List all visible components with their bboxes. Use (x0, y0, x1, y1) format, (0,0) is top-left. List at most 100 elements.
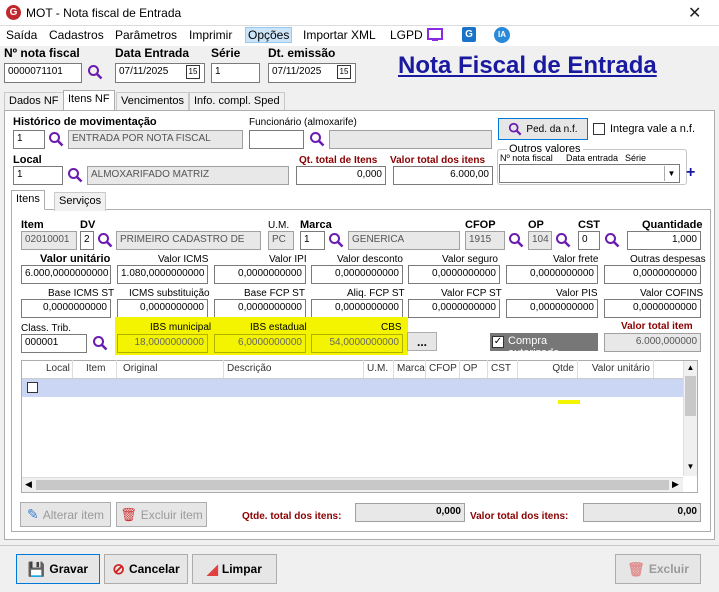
funcionario-code-input[interactable] (249, 130, 304, 149)
historico-desc: ENTRADA POR NOTA FISCAL (68, 130, 243, 149)
menu-cadastros[interactable]: Cadastros (49, 28, 104, 42)
aliq-fcp-st-input[interactable]: 0,0000000000 (311, 299, 403, 318)
horizontal-scrollbar[interactable]: ◀ ▶ (22, 477, 683, 492)
valor-fcp-st-input[interactable]: 0,0000000000 (408, 299, 500, 318)
valor-icms-input[interactable]: 1.080,0000000000 (117, 265, 208, 284)
col-valor-unitario[interactable]: Valor unitário (578, 360, 654, 378)
quantidade-input[interactable]: 1,000 (627, 231, 701, 250)
grid-row-selected[interactable] (22, 379, 683, 397)
scroll-down-icon[interactable]: ▼ (684, 462, 697, 471)
compra-autorizada-checkbox[interactable]: ✓ (492, 336, 504, 348)
serie-input[interactable]: 1 (211, 63, 260, 83)
scroll-up-icon[interactable]: ▲ (684, 363, 697, 372)
excluir-item-button[interactable]: 🗑 Excluir item (116, 502, 207, 527)
marca-code-input[interactable]: 1 (300, 231, 325, 250)
menu-lgpd[interactable]: LGPD (390, 28, 423, 42)
vertical-scrollbar[interactable]: ▲ ▼ (683, 361, 697, 476)
col-cst[interactable]: CST (488, 360, 518, 378)
valor-frete-input[interactable]: 0,0000000000 (506, 265, 598, 284)
g-app-icon[interactable]: G (462, 27, 476, 42)
valor-cofins-input[interactable]: 0,0000000000 (604, 299, 701, 318)
menu-saida[interactable]: Saída (6, 28, 37, 42)
quantidade-label: Quantidade (642, 219, 703, 231)
tab-vencimentos[interactable]: Vencimentos (116, 92, 189, 111)
valor-unitario-input[interactable]: 6.000,0000000000 (21, 265, 111, 284)
col-cfop[interactable]: CFOP (426, 360, 460, 378)
excluir-button[interactable]: 🗑 Excluir (615, 554, 701, 584)
local-code-input[interactable]: 1 (13, 166, 63, 185)
valor-desconto-input[interactable]: 0,0000000000 (311, 265, 403, 284)
dv-input[interactable]: 2 (80, 231, 94, 250)
menu-imprimir[interactable]: Imprimir (189, 28, 232, 42)
tab-dados-nf[interactable]: Dados NF (4, 92, 64, 111)
scroll-thumb[interactable] (685, 376, 696, 416)
alterar-item-button[interactable]: ✎ Alterar item (20, 502, 111, 527)
ped-nf-button[interactable]: Ped. da n.f. (498, 118, 588, 140)
close-icon[interactable]: ✕ (688, 3, 701, 23)
search-icon[interactable] (309, 131, 325, 147)
nf-input[interactable]: 0000071101 (4, 63, 82, 83)
integra-vale-checkbox[interactable] (593, 123, 605, 135)
tab-itens-nf[interactable]: Itens NF (63, 90, 115, 111)
monitor-icon[interactable] (427, 28, 443, 42)
grid-row-checkbox[interactable] (27, 382, 38, 393)
valor-pis-input[interactable]: 0,0000000000 (506, 299, 598, 318)
col-qtde[interactable]: Qtde (518, 360, 578, 378)
search-icon[interactable] (48, 131, 64, 147)
search-icon[interactable] (328, 232, 344, 248)
qt-total-label: Qt. total de Itens (299, 155, 378, 166)
ibs-municipal-label: IBS municipal (150, 322, 212, 333)
cfop-input[interactable]: 1915 (465, 231, 505, 250)
search-icon[interactable] (67, 167, 83, 183)
tab-itens[interactable]: Itens (11, 190, 45, 210)
chevron-down-icon[interactable]: ▼ (664, 166, 678, 181)
limpar-button[interactable]: ◢ Limpar (192, 554, 277, 584)
search-icon[interactable] (92, 335, 108, 351)
base-icms-st-label: Base ICMS ST (48, 288, 115, 299)
add-outros-icon[interactable]: + (686, 164, 695, 182)
col-original[interactable]: Original (120, 360, 224, 378)
base-icms-st-input[interactable]: 0,0000000000 (21, 299, 111, 318)
scroll-left-icon[interactable]: ◀ (25, 479, 32, 490)
calendar-icon[interactable]: 15 (337, 65, 351, 79)
ai-icon[interactable]: IA (494, 27, 510, 43)
base-fcp-st-input[interactable]: 0,0000000000 (214, 299, 306, 318)
menu-opcoes[interactable]: Opções (245, 27, 293, 43)
col-item[interactable]: Item (83, 360, 117, 378)
ibs-estadual-input[interactable]: 6,0000000000 (214, 334, 306, 353)
search-icon[interactable] (508, 232, 524, 248)
col-op[interactable]: OP (460, 360, 488, 378)
cst-label: CST (578, 219, 600, 231)
col-descricao[interactable]: Descrição (224, 360, 364, 378)
search-icon[interactable] (604, 232, 620, 248)
scroll-right-icon[interactable]: ▶ (672, 479, 679, 490)
outros-col-nf: Nº nota fiscal (500, 153, 553, 163)
calendar-icon[interactable]: 15 (186, 65, 200, 79)
outras-despesas-input[interactable]: 0,0000000000 (604, 265, 701, 284)
valor-seguro-input[interactable]: 0,0000000000 (408, 265, 500, 284)
tab-info-compl-sped[interactable]: Info. compl. Sped (189, 92, 285, 111)
col-um[interactable]: U.M. (364, 360, 394, 378)
op-input[interactable]: 104 (528, 231, 552, 250)
col-marca[interactable]: Marca (394, 360, 426, 378)
cbs-input[interactable]: 54,0000000000 (311, 334, 403, 353)
valor-ipi-input[interactable]: 0,0000000000 (214, 265, 306, 284)
cst-input[interactable]: 0 (578, 231, 600, 250)
search-icon[interactable] (555, 232, 571, 248)
class-trib-input[interactable]: 000001 (21, 334, 87, 353)
more-button[interactable]: ... (407, 332, 437, 351)
historico-code-input[interactable]: 1 (13, 130, 45, 149)
item-code-input[interactable]: 02010001 (21, 231, 77, 250)
ibs-municipal-input[interactable]: 18,0000000000 (117, 334, 208, 353)
gravar-button[interactable]: 💾 Gravar (16, 554, 100, 584)
search-icon[interactable] (97, 232, 113, 248)
search-icon[interactable] (87, 64, 103, 80)
outros-valores-select[interactable] (499, 164, 680, 183)
valor-fcp-st-label: Valor FCP ST (441, 288, 502, 299)
cancelar-button[interactable]: ⊘ Cancelar (104, 554, 188, 584)
scroll-h-thumb[interactable] (36, 480, 669, 490)
menu-parametros[interactable]: Parâmetros (115, 28, 177, 42)
menu-importar-xml[interactable]: Importar XML (303, 28, 376, 42)
col-local[interactable]: Local (43, 360, 73, 378)
icms-substituicao-input[interactable]: 0,0000000000 (117, 299, 208, 318)
